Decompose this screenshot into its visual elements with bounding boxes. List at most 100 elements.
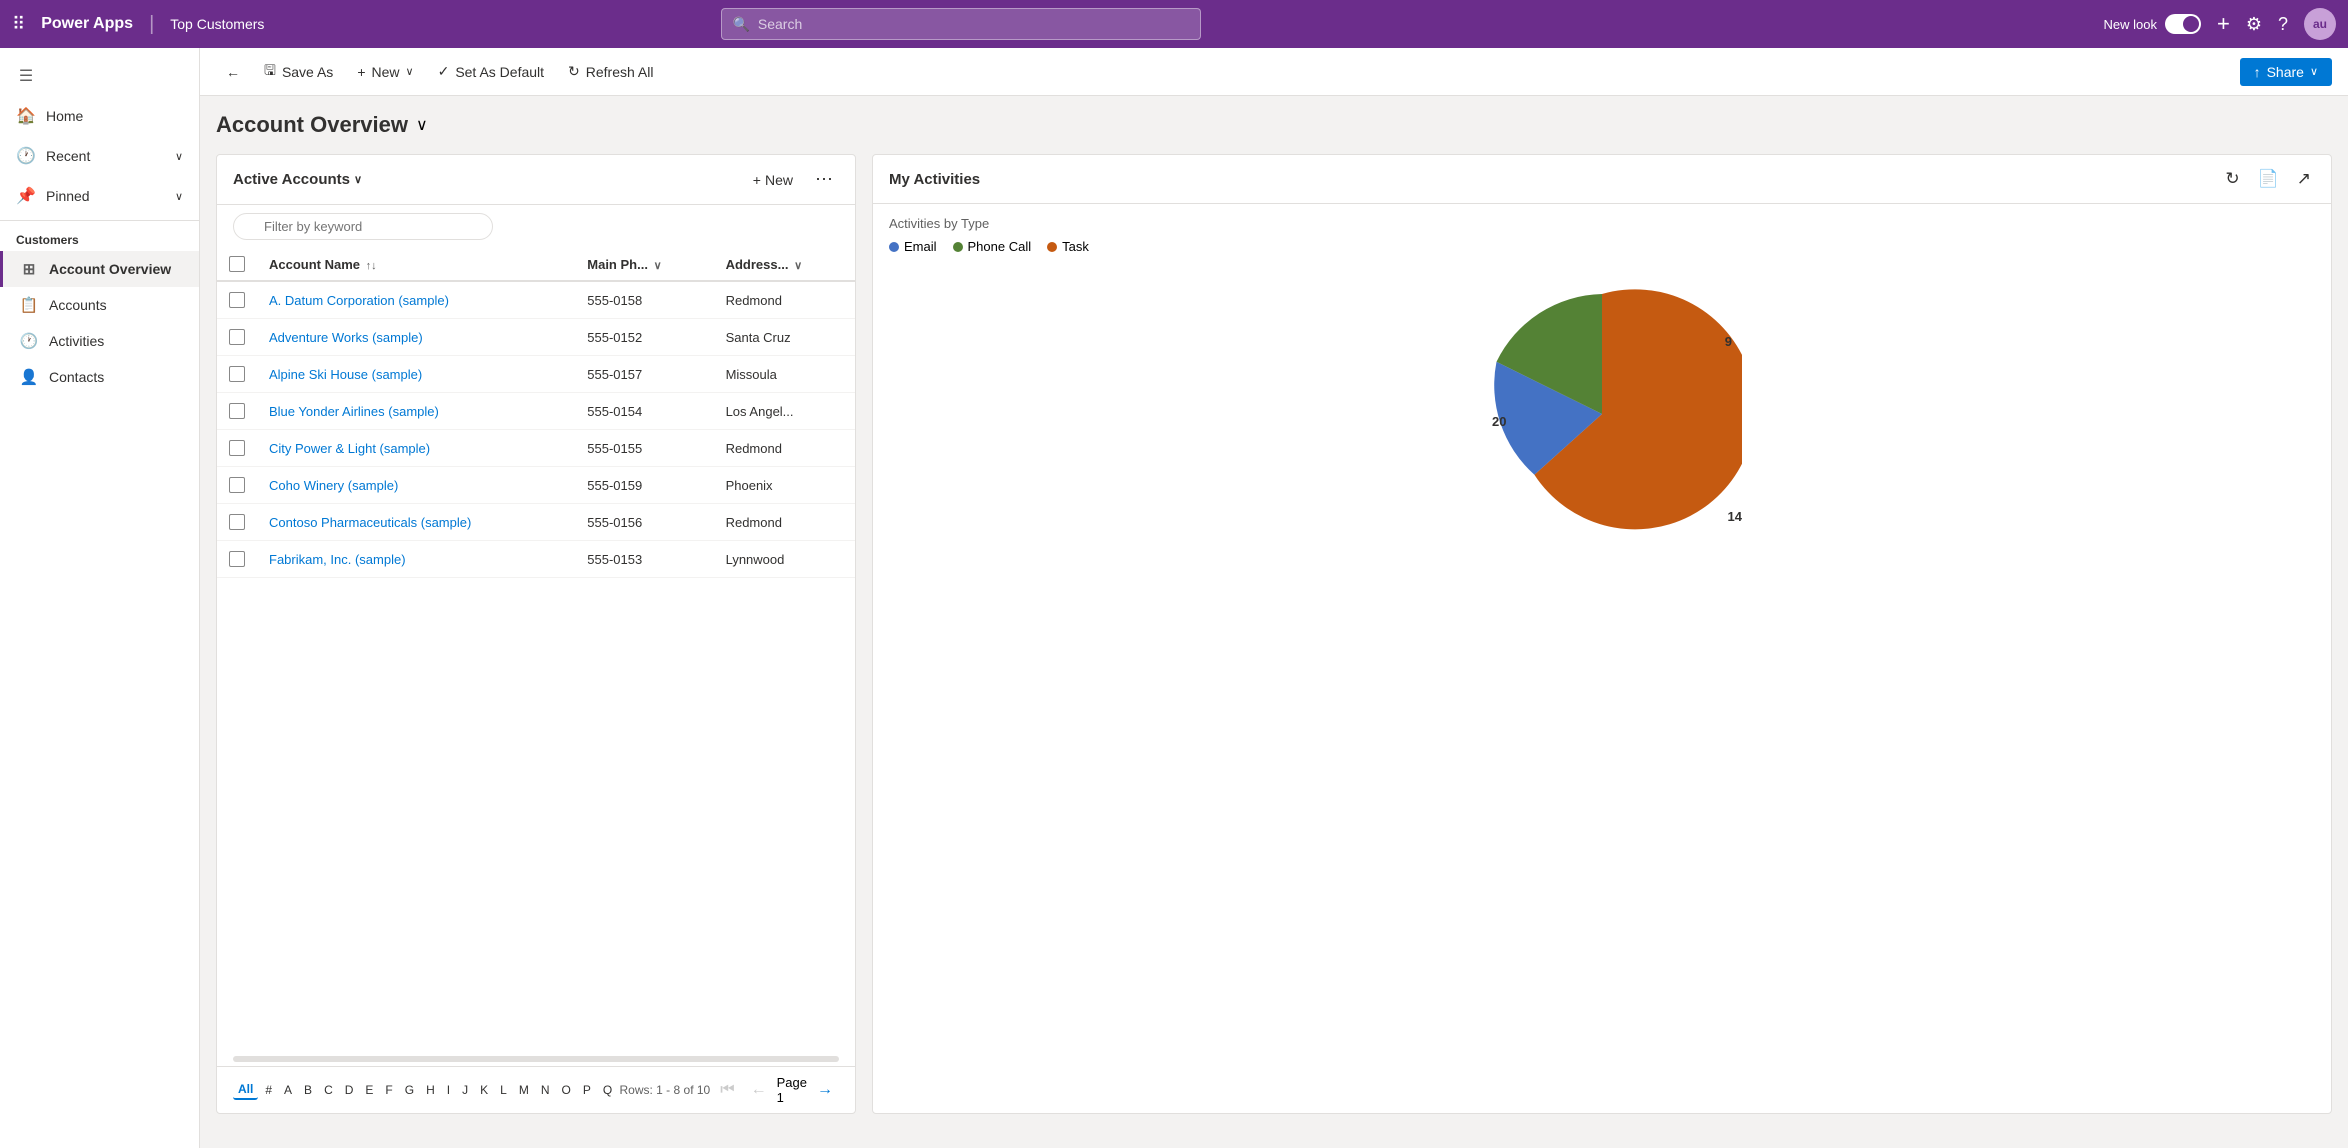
home-icon: 🏠	[16, 106, 36, 126]
activities-refresh-button[interactable]: ↻	[2221, 167, 2243, 191]
sidebar-item-home[interactable]: 🏠 Home	[0, 96, 199, 136]
pinned-icon: 📌	[16, 186, 36, 206]
sidebar-item-pinned[interactable]: 📌 Pinned ∨	[0, 176, 199, 216]
save-as-button[interactable]: 🖫 Save As	[254, 54, 343, 90]
filter-input[interactable]	[233, 213, 493, 240]
command-bar: ← 🖫 Save As + New ∨ ✓ Set As Default ↻ R…	[200, 48, 2348, 96]
address-sort-icon: ∨	[794, 260, 802, 272]
refresh-all-button[interactable]: ↻ Refresh All	[558, 57, 663, 86]
alpha-item-e[interactable]: E	[360, 1081, 378, 1099]
legend-phone-call: Phone Call	[953, 239, 1032, 254]
alpha-item-j[interactable]: J	[457, 1081, 473, 1099]
row-checkbox[interactable]	[229, 366, 245, 382]
account-name-cell[interactable]: A. Datum Corporation (sample)	[257, 281, 575, 319]
alpha-item-a[interactable]: A	[279, 1081, 297, 1099]
row-checkbox[interactable]	[229, 440, 245, 456]
account-overview-icon: ⊞	[19, 260, 39, 278]
alpha-item-o[interactable]: O	[557, 1081, 576, 1099]
row-checkbox[interactable]	[229, 329, 245, 345]
page-header-chevron-icon[interactable]: ∨	[416, 115, 428, 135]
active-accounts-chevron-icon: ∨	[354, 173, 362, 186]
row-checkbox[interactable]	[229, 514, 245, 530]
page-content: Account Overview ∨ Active Accounts ∨ +	[200, 96, 2348, 1148]
prev-page-button[interactable]: ←	[745, 1079, 773, 1101]
row-checkbox[interactable]	[229, 551, 245, 567]
avatar[interactable]: au	[2304, 8, 2336, 40]
row-checkbox[interactable]	[229, 403, 245, 419]
set-as-default-button[interactable]: ✓ Set As Default	[428, 57, 554, 86]
sidebar-accounts-label: Accounts	[49, 297, 107, 313]
help-button[interactable]: ?	[2278, 14, 2288, 35]
sidebar-item-recent[interactable]: 🕐 Recent ∨	[0, 136, 199, 176]
alpha-item-all[interactable]: All	[233, 1080, 258, 1100]
alpha-item-l[interactable]: L	[495, 1081, 512, 1099]
account-name-cell[interactable]: Blue Yonder Airlines (sample)	[257, 393, 575, 430]
address-header: Address...	[726, 257, 789, 272]
first-page-button[interactable]: ⏮	[714, 1079, 740, 1101]
new-button[interactable]: + New ∨	[347, 58, 423, 86]
next-page-button[interactable]: →	[811, 1079, 839, 1101]
activities-view-button[interactable]: 📄	[2254, 167, 2283, 191]
hamburger-menu[interactable]: ☰	[0, 56, 199, 96]
alpha-item-i[interactable]: I	[442, 1081, 455, 1099]
alpha-item-g[interactable]: G	[400, 1081, 419, 1099]
alpha-item-k[interactable]: K	[475, 1081, 493, 1099]
waffle-icon[interactable]: ⠿	[12, 14, 25, 35]
alpha-nav: All#ABCDEFGHIJKLMNOPQRSTUVWXYZ	[233, 1080, 612, 1100]
horizontal-scrollbar[interactable]	[233, 1056, 839, 1062]
account-name-cell[interactable]: Alpine Ski House (sample)	[257, 356, 575, 393]
alpha-item-h[interactable]: H	[421, 1081, 440, 1099]
share-button[interactable]: ↑ Share ∨	[2240, 58, 2332, 86]
row-checkbox[interactable]	[229, 292, 245, 308]
address-cell: Redmond	[714, 430, 855, 467]
sidebar-home-label: Home	[46, 108, 83, 124]
sort-icon: ↑↓	[366, 260, 377, 272]
account-name-cell[interactable]: Adventure Works (sample)	[257, 319, 575, 356]
add-button[interactable]: +	[2217, 11, 2230, 37]
activities-export-button[interactable]: ↗	[2293, 167, 2315, 191]
alpha-item-f[interactable]: F	[380, 1081, 397, 1099]
sidebar-item-accounts[interactable]: 📋 Accounts	[0, 287, 199, 323]
address-cell: Redmond	[714, 504, 855, 541]
settings-button[interactable]: ⚙	[2246, 14, 2262, 35]
panel-new-button[interactable]: + New	[745, 168, 801, 192]
alpha-item-m[interactable]: M	[514, 1081, 534, 1099]
sidebar-item-activities[interactable]: 🕐 Activities	[0, 323, 199, 359]
account-name-cell[interactable]: Contoso Pharmaceuticals (sample)	[257, 504, 575, 541]
sidebar-item-contacts[interactable]: 👤 Contacts	[0, 359, 199, 395]
active-accounts-label: Active Accounts	[233, 171, 350, 188]
alpha-item-p[interactable]: P	[578, 1081, 596, 1099]
sidebar-contacts-label: Contacts	[49, 369, 104, 385]
alpha-item-b[interactable]: B	[299, 1081, 317, 1099]
row-checkbox[interactable]	[229, 477, 245, 493]
rows-info: Rows: 1 - 8 of 10	[620, 1083, 711, 1097]
account-name-cell[interactable]: Coho Winery (sample)	[257, 467, 575, 504]
phone-sort-icon: ∨	[654, 260, 662, 272]
account-name-cell[interactable]: Fabrikam, Inc. (sample)	[257, 541, 575, 578]
col-account-name[interactable]: Account Name ↑↓	[257, 248, 575, 281]
alpha-item-d[interactable]: D	[340, 1081, 359, 1099]
alpha-item-c[interactable]: C	[319, 1081, 338, 1099]
alpha-item-q[interactable]: Q	[598, 1081, 612, 1099]
search-input[interactable]	[758, 16, 1191, 32]
alpha-item-n[interactable]: N	[536, 1081, 555, 1099]
pagination-bar: All#ABCDEFGHIJKLMNOPQRSTUVWXYZ Rows: 1 -…	[217, 1066, 855, 1113]
new-look-toggle[interactable]	[2165, 14, 2201, 34]
phone-cell: 555-0156	[575, 504, 713, 541]
page-label: Page 1	[777, 1075, 807, 1105]
col-address[interactable]: Address... ∨	[714, 248, 855, 281]
page-header: Account Overview ∨	[216, 112, 2332, 138]
active-accounts-title[interactable]: Active Accounts ∨	[233, 171, 362, 188]
panel-more-button[interactable]: ⋯	[809, 167, 839, 192]
col-main-phone[interactable]: Main Ph... ∨	[575, 248, 713, 281]
top-nav-right: New look + ⚙ ? au	[2104, 8, 2336, 40]
back-button[interactable]: ←	[216, 58, 250, 86]
sidebar-item-account-overview[interactable]: ⊞ Account Overview	[0, 251, 199, 287]
recent-icon: 🕐	[16, 146, 36, 166]
alpha-item-#[interactable]: #	[260, 1081, 277, 1099]
email-value-label: 9	[1725, 334, 1732, 349]
phone-call-label: Phone Call	[968, 239, 1032, 254]
account-name-cell[interactable]: City Power & Light (sample)	[257, 430, 575, 467]
select-all-checkbox[interactable]	[229, 256, 245, 272]
contacts-icon: 👤	[19, 368, 39, 386]
